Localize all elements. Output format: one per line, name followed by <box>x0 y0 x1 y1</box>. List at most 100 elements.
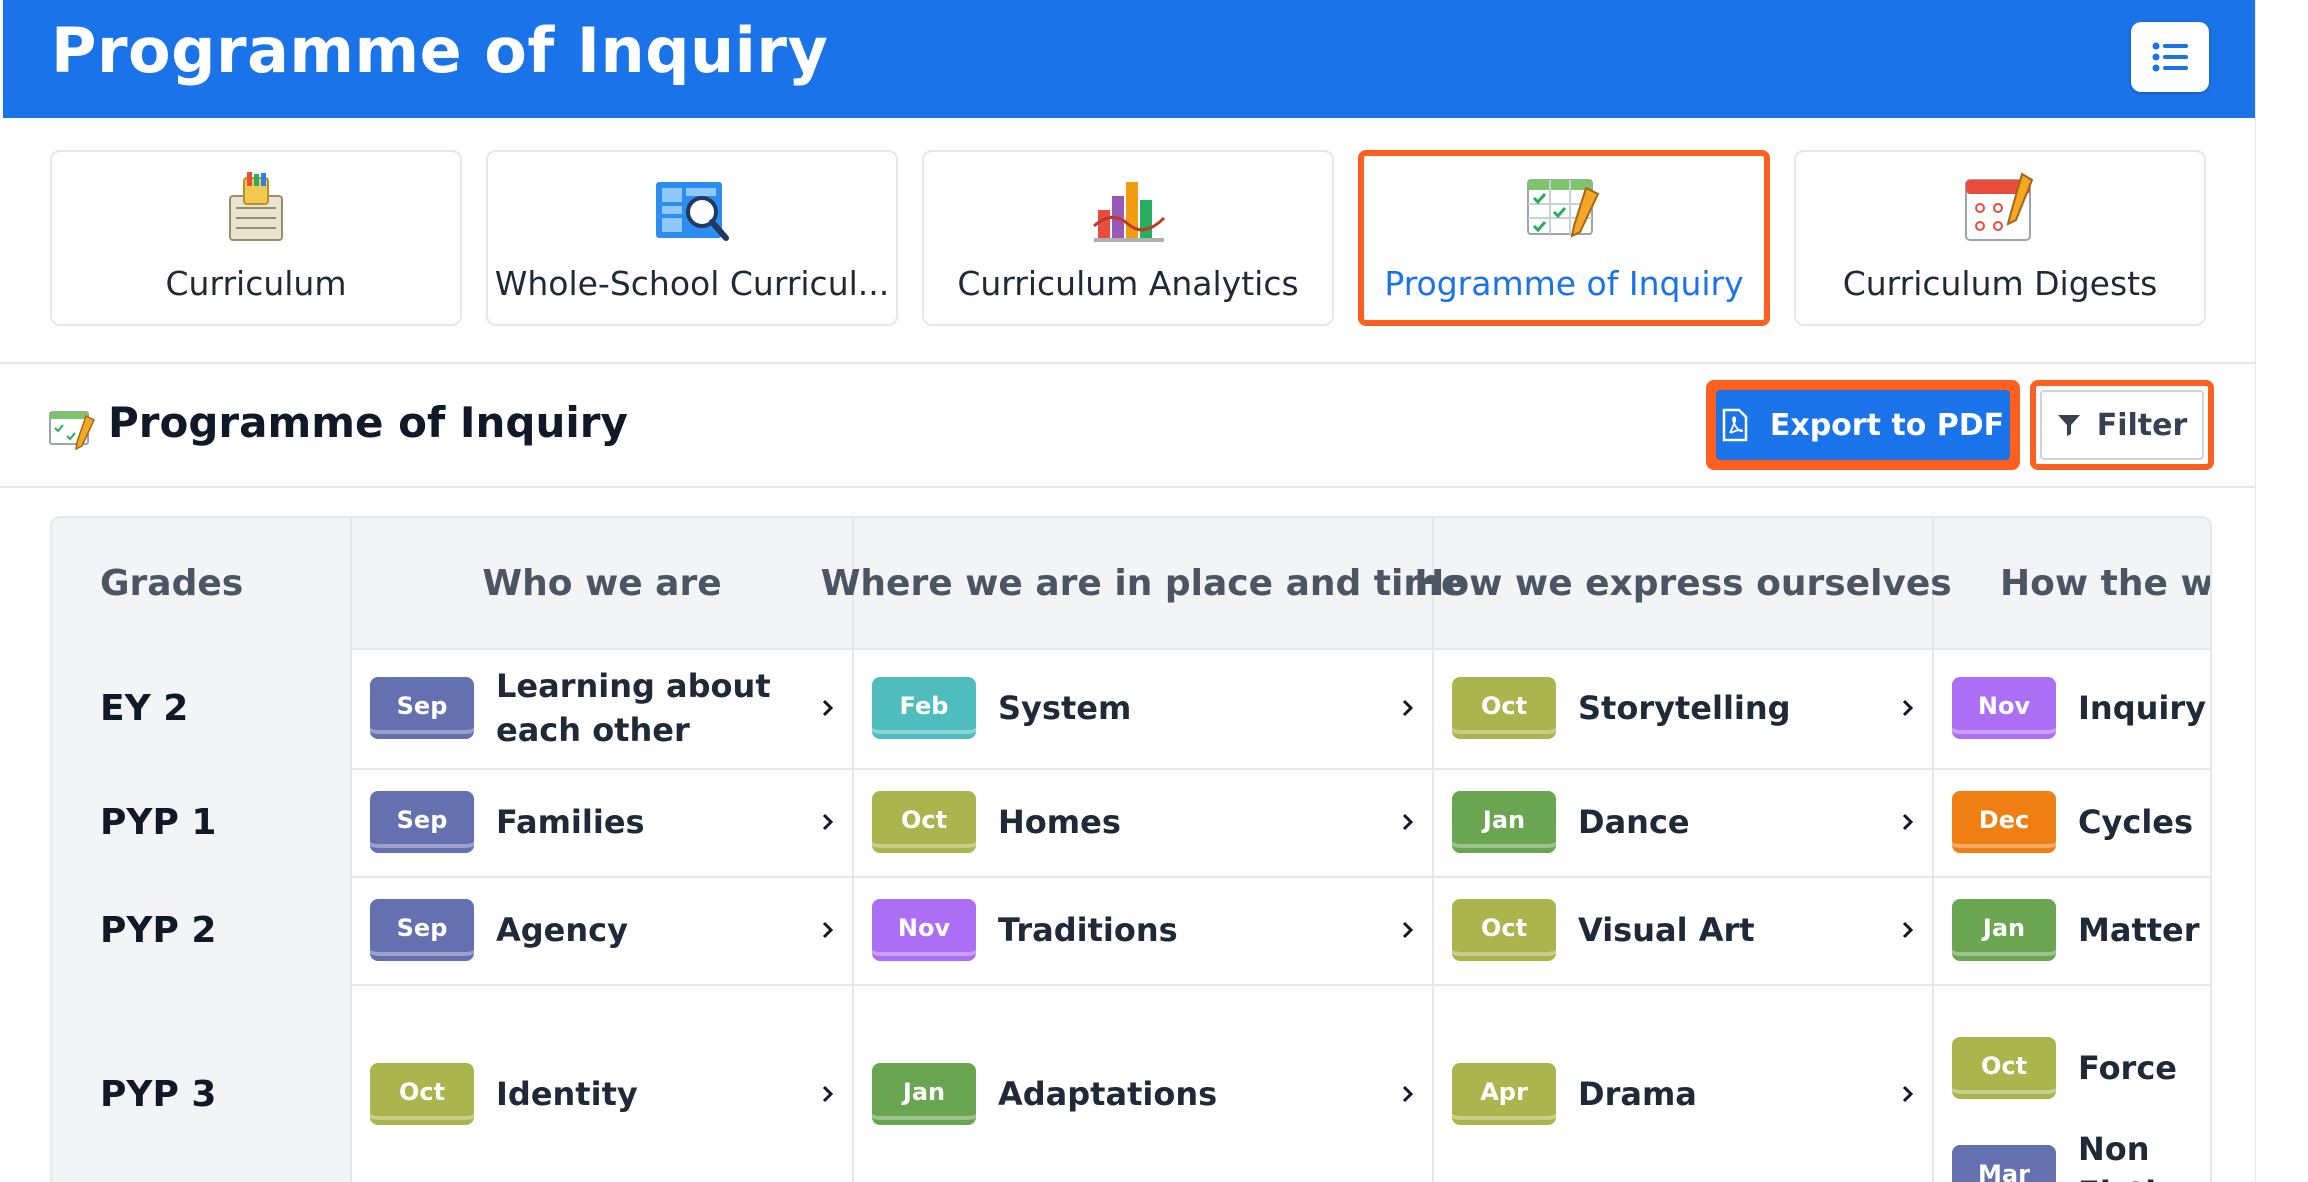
unit-item[interactable]: Feb System <box>872 648 1432 768</box>
chevron-right-icon <box>1402 699 1414 717</box>
list-view-button[interactable] <box>2131 22 2209 92</box>
unit-item[interactable]: Mar Non Fiction Skills <box>1952 1122 2210 1182</box>
nav-card-label: Curriculum Digests <box>1842 264 2158 303</box>
month-badge: Mar <box>1952 1145 2056 1182</box>
unit-name: Non Fiction Skills <box>2078 1130 2201 1182</box>
unit-cell: Oct Visual Art <box>1434 876 1934 984</box>
table-row: PYP 2 Sep Agency Nov Traditions Oct Visual Art… <box>52 876 2210 986</box>
month-badge: Sep <box>370 791 474 853</box>
table-row: PYP 3 Oct Identity Jan Adaptations Apr Drama Oc… <box>52 984 2210 1182</box>
nav-card-label: Curriculum <box>165 264 347 303</box>
module-nav: Curriculum Whole-School Curricul... Curr… <box>0 118 2255 364</box>
chevron-right-icon <box>1902 813 1914 831</box>
calendar-icon <box>1965 172 2034 241</box>
curriculum-icon <box>229 172 283 241</box>
month-badge: Nov <box>1952 677 2056 739</box>
nav-card-whole-school-curriculum[interactable]: Whole-School Curricul... <box>486 150 898 326</box>
nav-card-label: Whole-School Curricul... <box>494 264 890 303</box>
table-row: PYP 1 Sep Families Oct Homes Jan Dance Dec Cycle… <box>52 768 2210 878</box>
unit-name: Identity <box>496 1075 638 1113</box>
column-header: How we express ourselves <box>1414 518 1952 648</box>
unit-cell: Nov Inquiry <box>1934 648 2210 768</box>
programme-table: Grades Who we are Where we are in place … <box>50 516 2212 1182</box>
analytics-chart-icon <box>1093 182 1166 242</box>
month-badge: Dec <box>1952 791 2056 853</box>
unit-cell: Sep Families <box>352 768 854 876</box>
unit-item[interactable]: Jan Matter <box>1952 876 2210 984</box>
column-header: Where we are in place and time <box>821 518 1465 648</box>
unit-cell: Nov Traditions <box>854 876 1434 984</box>
unit-name: Matter <box>2078 911 2200 949</box>
unit-name: Dance <box>1578 803 1690 841</box>
chevron-right-icon <box>1402 813 1414 831</box>
export-to-pdf-button[interactable]: Export to PDF <box>1706 380 2020 470</box>
table-row: EY 2 Sep Learning about each other Feb Syste… <box>52 648 2210 770</box>
unit-item[interactable]: Nov Traditions <box>872 876 1432 984</box>
unit-cell: Jan Dance <box>1434 768 1934 876</box>
unit-item[interactable]: Sep Agency <box>370 876 852 984</box>
page-title: Programme of Inquiry <box>51 14 829 87</box>
unit-name: Agency <box>496 911 628 949</box>
unit-item[interactable]: Nov Inquiry <box>1952 648 2210 768</box>
filter-button-body: Filter <box>2040 390 2204 460</box>
unit-cell: Jan Matter <box>1934 876 2210 984</box>
nav-card-label: Programme of Inquiry <box>1384 264 1744 303</box>
unit-item[interactable]: Oct Identity <box>370 984 852 1182</box>
chevron-right-icon <box>822 699 834 717</box>
unit-item[interactable]: Sep Learning about each other <box>370 648 852 768</box>
unit-item[interactable]: Dec Cycles <box>1952 768 2210 876</box>
chevron-right-icon <box>822 921 834 939</box>
grade-label: EY 2 <box>52 648 352 768</box>
unit-cell: Oct Identity <box>352 984 854 1182</box>
filter-button[interactable]: Filter <box>2030 380 2214 470</box>
month-badge: Apr <box>1452 1063 1556 1125</box>
unit-cell: Sep Learning about each other <box>352 648 854 768</box>
filter-button-label: Filter <box>2096 407 2188 443</box>
list-icon <box>2152 42 2188 72</box>
section-title: Programme of Inquiry <box>108 398 628 447</box>
unit-item[interactable]: Oct Homes <box>872 768 1432 876</box>
programme-checklist-icon <box>49 411 95 450</box>
unit-name: Adaptations <box>998 1075 1218 1113</box>
month-badge: Oct <box>370 1063 474 1125</box>
programme-checklist-icon <box>1527 179 1600 238</box>
chevron-right-icon <box>822 813 834 831</box>
grade-label: PYP 1 <box>52 768 352 876</box>
unit-cell: Apr Drama <box>1434 984 1934 1182</box>
unit-item[interactable]: Sep Families <box>370 768 852 876</box>
unit-name: Cycles <box>2078 803 2194 841</box>
month-badge: Feb <box>872 677 976 739</box>
unit-name: Visual Art <box>1578 911 1755 949</box>
unit-cell: Jan Adaptations <box>854 984 1434 1182</box>
chevron-right-icon <box>1902 1085 1914 1103</box>
column-header: How the wo <box>1934 518 2210 648</box>
grades-column-header: Grades <box>52 518 352 648</box>
unit-item[interactable]: Oct Visual Art <box>1452 876 1932 984</box>
month-badge: Jan <box>1452 791 1556 853</box>
month-badge: Sep <box>370 677 474 739</box>
month-badge: Jan <box>1952 899 2056 961</box>
unit-name: Storytelling <box>1578 689 1791 727</box>
unit-name: System <box>998 689 1132 727</box>
nav-card-curriculum-analytics[interactable]: Curriculum Analytics <box>922 150 1334 326</box>
unit-name: Drama <box>1578 1075 1697 1113</box>
unit-item[interactable]: Apr Drama <box>1452 984 1932 1182</box>
unit-item[interactable]: Jan Dance <box>1452 768 1932 876</box>
unit-name: Force <box>2078 1049 2177 1087</box>
nav-card-programme-of-inquiry[interactable]: Programme of Inquiry <box>1358 150 1770 326</box>
unit-item[interactable]: Oct Force <box>1952 1014 2210 1122</box>
unit-cell: Oct Storytelling <box>1434 648 1934 768</box>
nav-card-curriculum[interactable]: Curriculum <box>50 150 462 326</box>
unit-cell: Oct Force Mar Non Fiction Skills <box>1934 984 2210 1182</box>
unit-name: Learning about each other <box>496 667 771 749</box>
chevron-right-icon <box>1902 699 1914 717</box>
app-window: Programme of Inquiry Curriculum Whole-Sc… <box>0 0 2256 1182</box>
chevron-right-icon <box>1902 921 1914 939</box>
unit-cell: Oct Homes <box>854 768 1434 876</box>
month-badge: Oct <box>1952 1037 2056 1099</box>
nav-card-curriculum-digests[interactable]: Curriculum Digests <box>1794 150 2206 326</box>
unit-name: Traditions <box>998 911 1178 949</box>
export-button-body: Export to PDF <box>1716 390 2010 460</box>
unit-item[interactable]: Jan Adaptations <box>872 984 1432 1182</box>
unit-item[interactable]: Oct Storytelling <box>1452 648 1932 768</box>
